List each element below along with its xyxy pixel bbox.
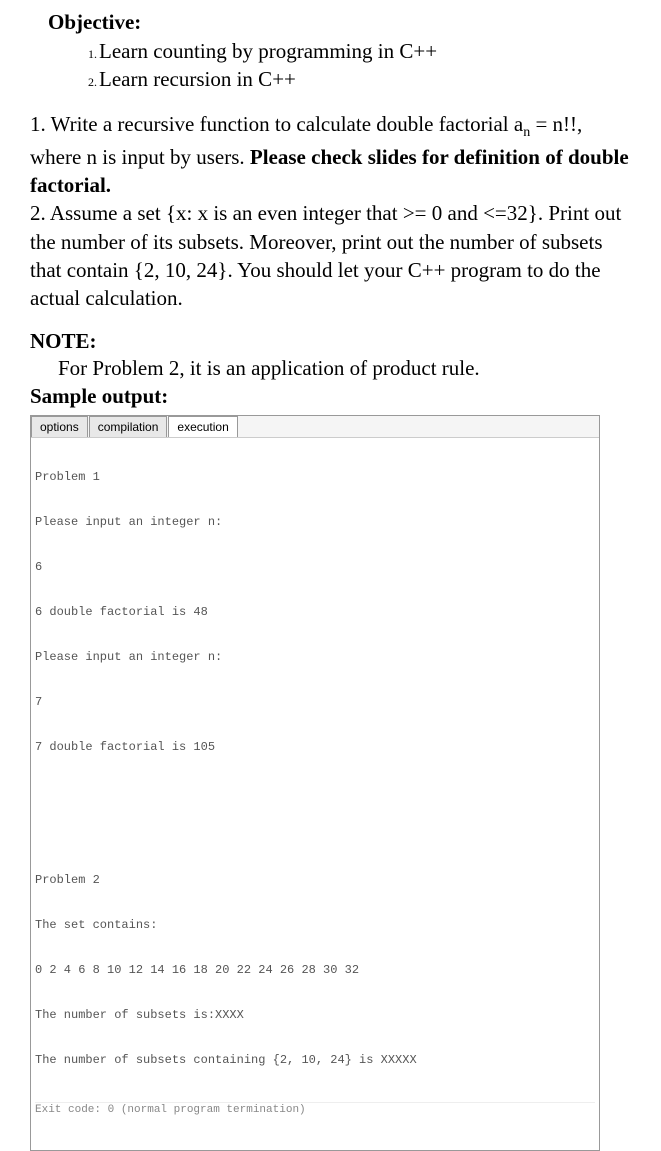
console-blank-2 (35, 829, 595, 843)
console-p2-set-label: The set contains: (35, 918, 595, 933)
console-p2-set: 0 2 4 6 8 10 12 14 16 18 20 22 24 26 28 … (35, 963, 595, 978)
note-text: For Problem 2, it is an application of p… (58, 354, 631, 382)
p1-text-part1: 1. Write a recursive function to calcula… (30, 112, 523, 136)
console-output: Problem 1 Please input an integer n: 6 6… (31, 438, 599, 1150)
problem-section: 1. Write a recursive function to calcula… (30, 110, 631, 313)
console-p1-prompt1: Please input an integer n: (35, 515, 595, 530)
tab-compilation[interactable]: compilation (89, 416, 168, 437)
objective-list: 1.Learn counting by programming in C++ 2… (88, 37, 631, 94)
console-p1-result2: 7 double factorial is 105 (35, 740, 595, 755)
sample-output-heading: Sample output: (30, 384, 631, 409)
objective-num-1: 1. (88, 47, 97, 61)
console-p2-subsets: The number of subsets is:XXXX (35, 1008, 595, 1023)
output-container: options compilation execution Problem 1 … (30, 415, 600, 1151)
console-p2-header: Problem 2 (35, 873, 595, 888)
objective-text-1: Learn counting by programming in C++ (99, 39, 437, 63)
objective-item-1: 1.Learn counting by programming in C++ (88, 37, 631, 65)
problem-2: 2. Assume a set {x: x is an even integer… (30, 199, 631, 312)
objective-num-2: 2. (88, 75, 97, 89)
console-p1-input2: 7 (35, 695, 595, 710)
objective-text-2: Learn recursion in C++ (99, 67, 296, 91)
problem-1: 1. Write a recursive function to calcula… (30, 110, 631, 200)
console-exit: Exit code: 0 (normal program termination… (35, 1102, 595, 1118)
objective-heading: Objective: (48, 10, 631, 35)
note-heading: NOTE: (30, 329, 631, 354)
tabs-bar: options compilation execution (31, 416, 599, 438)
console-p1-input1: 6 (35, 560, 595, 575)
console-p1-header: Problem 1 (35, 470, 595, 485)
console-p1-prompt2: Please input an integer n: (35, 650, 595, 665)
console-blank-1 (35, 785, 595, 799)
console-p2-containing: The number of subsets containing {2, 10,… (35, 1053, 595, 1068)
tab-execution[interactable]: execution (168, 416, 237, 437)
objective-item-2: 2.Learn recursion in C++ (88, 65, 631, 93)
console-p1-result1: 6 double factorial is 48 (35, 605, 595, 620)
tab-options[interactable]: options (31, 416, 88, 437)
note-section: NOTE: For Problem 2, it is an applicatio… (30, 329, 631, 382)
